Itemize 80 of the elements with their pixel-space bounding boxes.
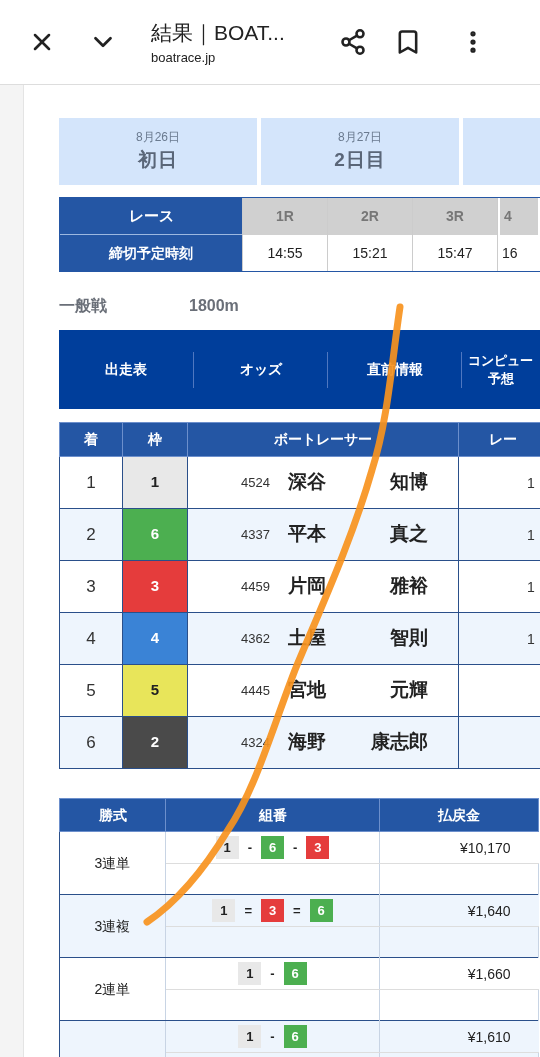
separator: - xyxy=(247,838,252,857)
racer-number: 4362 xyxy=(240,629,270,648)
day-tab[interactable]: 8月27日 2日目 xyxy=(261,118,459,185)
share-icon[interactable] xyxy=(339,28,367,56)
row-header: レース xyxy=(60,198,242,235)
separator: - xyxy=(270,964,275,983)
bet-type: 3連単 xyxy=(94,855,131,871)
racer-surname: 片岡 xyxy=(288,574,327,599)
payout-amount: ¥1,610 xyxy=(467,1028,511,1045)
racer-given-name: 智則 xyxy=(389,626,428,651)
column-header: レー xyxy=(458,422,540,457)
racer-number: 4524 xyxy=(240,473,270,492)
nav-link[interactable]: オッズ xyxy=(193,351,327,388)
table-cell: 1 xyxy=(527,474,535,491)
row-header: 締切予定時刻 xyxy=(60,235,242,271)
table-cell: 1 xyxy=(527,526,535,543)
frame-cell: 6 xyxy=(122,508,188,561)
frame-number: 6 xyxy=(283,1025,307,1048)
column-header: 払戻金 xyxy=(379,798,539,832)
frame-number: 1 xyxy=(238,1025,262,1048)
deadline-time: 15:21 xyxy=(351,243,389,263)
nav-link[interactable]: コンピュー予想 xyxy=(461,351,539,388)
frame-number: 6 xyxy=(261,836,284,859)
frame-number: 3 xyxy=(306,836,330,859)
racer-number: 4459 xyxy=(240,577,270,596)
frame-cell: 4 xyxy=(122,612,188,665)
deadline-time: 14:55 xyxy=(266,243,304,263)
column-header: 勝式 xyxy=(59,798,166,832)
racer-given-name: 元輝 xyxy=(389,678,428,703)
racer-surname: 深谷 xyxy=(288,470,327,495)
racer-number: 4337 xyxy=(240,525,270,544)
nav-link[interactable]: 出走表 xyxy=(59,351,193,388)
column-header: 枠 xyxy=(122,422,188,457)
bet-type: 3連複 xyxy=(94,918,131,934)
race-number[interactable]: 1R xyxy=(243,198,327,235)
place-cell: 6 xyxy=(59,716,123,769)
racer-given-name: 雅裕 xyxy=(388,574,428,599)
table-cell: 1 xyxy=(527,630,535,647)
place-cell: 4 xyxy=(59,612,123,665)
frame-number: 1 xyxy=(238,962,262,985)
payout-amount: ¥10,170 xyxy=(459,839,511,856)
payout-amount: ¥1,640 xyxy=(467,902,511,919)
racer-surname: 平本 xyxy=(288,522,327,547)
column-header: 着 xyxy=(59,422,123,457)
table-cell: 1 xyxy=(527,578,535,595)
payout-amount: ¥1,660 xyxy=(467,965,511,982)
race-distance: 1800m xyxy=(189,296,239,316)
column-header: ボートレーサー xyxy=(187,422,459,457)
separator: = xyxy=(293,901,301,920)
racer-given-name: 真之 xyxy=(389,522,428,547)
page-url: boatrace.jp xyxy=(151,49,217,67)
column-header: 組番 xyxy=(165,798,380,832)
place-cell: 5 xyxy=(59,664,123,717)
frame-number: 6 xyxy=(309,899,333,922)
frame-cell: 3 xyxy=(122,560,188,613)
place-cell: 2 xyxy=(59,508,123,561)
racer-given-name: 康志郎 xyxy=(370,730,428,755)
bet-type: 2連単 xyxy=(94,981,131,997)
deadline-time: 15:47 xyxy=(436,243,474,263)
page-title: 結果｜BOAT... xyxy=(151,19,286,48)
deadline-time: 16 xyxy=(501,243,519,263)
place-cell: 3 xyxy=(59,560,123,613)
racer-surname: 海野 xyxy=(288,730,327,755)
separator: = xyxy=(244,901,252,920)
race-number[interactable]: 2R xyxy=(328,198,412,235)
racer-given-name: 知博 xyxy=(389,470,428,495)
frame-cell: 1 xyxy=(122,456,188,509)
frame-number: 6 xyxy=(283,962,307,985)
racer-number: 4445 xyxy=(240,681,270,700)
separator: - xyxy=(293,838,298,857)
place-cell: 1 xyxy=(59,456,123,509)
separator: - xyxy=(270,1027,275,1046)
day-tab[interactable]: 8月26日 初日 xyxy=(59,118,257,185)
frame-cell: 5 xyxy=(122,664,188,717)
race-number[interactable]: 4 xyxy=(500,198,538,235)
frame-cell: 2 xyxy=(122,716,188,769)
race-number[interactable]: 3R xyxy=(413,198,497,235)
race-type: 一般戦 xyxy=(59,296,108,316)
frame-number: 3 xyxy=(261,899,284,922)
frame-number: 1 xyxy=(212,899,236,922)
